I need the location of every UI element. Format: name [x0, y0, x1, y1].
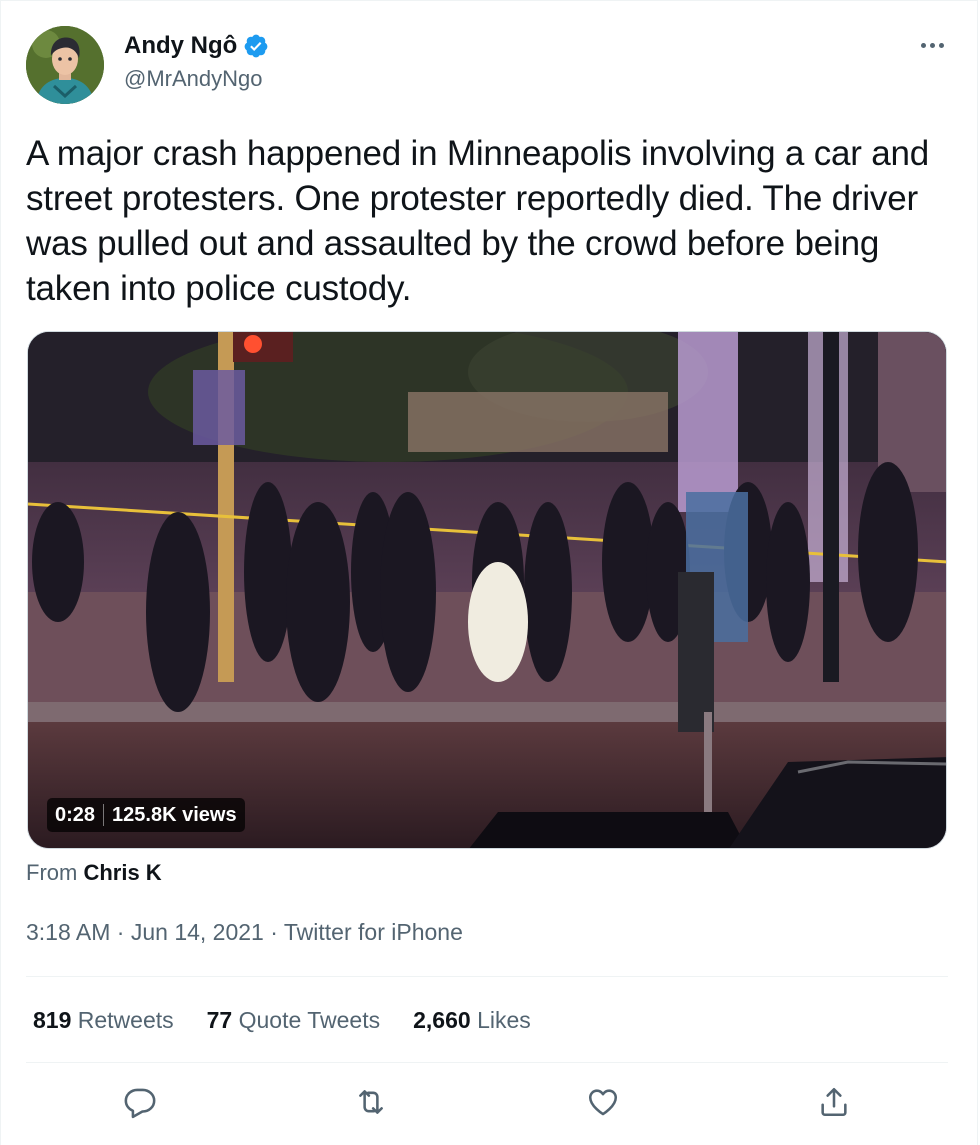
- retweets-label: Retweets: [77, 1007, 174, 1033]
- retweet-icon: [359, 1090, 383, 1114]
- video-thumbnail: [28, 332, 946, 848]
- share-button[interactable]: [811, 1079, 857, 1125]
- retweets-stat[interactable]: 819 Retweets: [33, 1005, 174, 1035]
- verified-badge-icon: [244, 34, 268, 58]
- dot: [920, 42, 926, 48]
- author-name[interactable]: Andy Ngô: [124, 31, 237, 61]
- tweet-text: A major crash happened in Minneapolis in…: [26, 134, 930, 308]
- badge-divider: [103, 804, 105, 826]
- avatar[interactable]: [26, 26, 104, 104]
- from-name[interactable]: Chris K: [83, 860, 161, 885]
- tweet-time[interactable]: 3:18 AM: [26, 919, 110, 945]
- author-handle[interactable]: @MrAndyNgo: [124, 65, 263, 93]
- likes-label: Likes: [477, 1007, 531, 1033]
- author-name-row[interactable]: Andy Ngô: [124, 31, 269, 61]
- divider: [26, 976, 948, 977]
- meta-separator: ·: [270, 919, 278, 945]
- tweet-container: Andy Ngô @MrAndyNgo A major crash happen…: [0, 0, 978, 1145]
- retweets-count: 819: [33, 1007, 72, 1033]
- from-label: From: [26, 860, 78, 885]
- reply-button[interactable]: [117, 1079, 163, 1125]
- media-attribution: From Chris K: [26, 859, 162, 887]
- more-options-icon[interactable]: [915, 35, 949, 55]
- engagement-stats: 819 Retweets 77 Quote Tweets 2,660 Likes: [33, 1005, 531, 1035]
- reply-icon: [124, 1088, 156, 1119]
- avatar-illustration: [26, 26, 104, 104]
- video-views: 125.8K views: [112, 803, 237, 826]
- tweet-source[interactable]: Twitter for iPhone: [284, 919, 463, 945]
- action-bar: [26, 1079, 948, 1125]
- likes-stat[interactable]: 2,660 Likes: [413, 1005, 531, 1035]
- dot: [929, 42, 935, 48]
- meta-separator: ·: [116, 919, 125, 945]
- tweet-date[interactable]: Jun 14, 2021: [131, 919, 264, 945]
- retweet-button[interactable]: [348, 1079, 394, 1125]
- quotes-count: 77: [206, 1007, 233, 1033]
- like-icon: [588, 1089, 618, 1116]
- likes-count: 2,660: [413, 1007, 471, 1033]
- tweet-meta: 3:18 AM · Jun 14, 2021 · Twitter for iPh…: [26, 918, 463, 946]
- quote-tweets-stat[interactable]: 77 Quote Tweets: [207, 1005, 380, 1035]
- divider: [26, 1062, 948, 1063]
- video-duration: 0:28: [55, 803, 96, 826]
- dot: [938, 42, 944, 48]
- video-player[interactable]: 0:28 125.8K views: [27, 331, 947, 849]
- video-stats-badge: 0:28 125.8K views: [47, 798, 245, 832]
- share-icon: [821, 1087, 847, 1117]
- quotes-label: Quote Tweets: [238, 1007, 381, 1033]
- like-button[interactable]: [580, 1079, 626, 1125]
